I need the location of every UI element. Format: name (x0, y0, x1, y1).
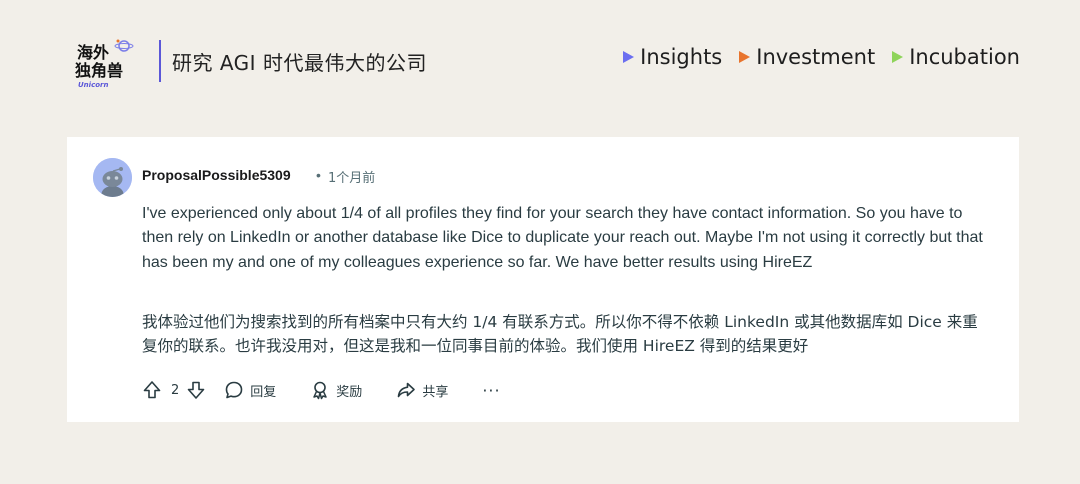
upvote-button[interactable] (142, 380, 162, 400)
comment-card: ProposalPossible5309 • 1个月前 I've experie… (67, 137, 1019, 422)
nav-item-incubation[interactable]: Incubation (892, 45, 1020, 69)
svg-text:海外: 海外 (77, 43, 109, 62)
nav-item-investment[interactable]: Investment (739, 45, 875, 69)
top-nav: Insights Investment Incubation (623, 45, 1020, 69)
comment-actions: 2 回复 奖励 共享 ··· (142, 378, 501, 402)
nav-label: Incubation (909, 45, 1020, 69)
downvote-button[interactable] (186, 380, 206, 400)
comment-author[interactable]: ProposalPossible5309 (142, 167, 291, 183)
comment-timestamp[interactable]: 1个月前 (328, 167, 375, 186)
more-options-icon: ··· (482, 380, 501, 400)
brand-tagline: 研究 AGI 时代最伟大的公司 (172, 51, 427, 75)
nav-label: Investment (756, 45, 876, 69)
svg-text:Unicorn: Unicorn (78, 81, 108, 89)
award-button[interactable]: 奖励 (310, 380, 362, 400)
award-icon (313, 381, 328, 400)
comment-bubble-icon (225, 381, 243, 399)
triangle-right-icon (623, 51, 635, 63)
share-button[interactable]: 共享 (396, 380, 448, 400)
brand-divider (159, 40, 161, 82)
reddit-snoo-avatar-icon[interactable] (93, 158, 132, 197)
comment-body-chinese: 我体验过他们为搜索找到的所有档案中只有大约 1/4 有联系方式。所以你不得不依赖… (142, 313, 978, 355)
svg-text:独角兽: 独角兽 (75, 61, 123, 80)
award-label: 奖励 (336, 384, 363, 400)
triangle-right-icon (892, 51, 904, 63)
reply-button[interactable]: 回复 (224, 380, 276, 400)
nav-label: Insights (640, 45, 723, 69)
downvote-arrow-icon (187, 381, 205, 399)
reply-label: 回复 (250, 384, 277, 400)
meta-separator: • (316, 167, 321, 183)
brand-logo[interactable]: 海外 独角兽 Unicorn (74, 38, 136, 90)
comment-body-english: I've experienced only about 1/4 of all p… (142, 205, 983, 271)
more-options-button[interactable]: ··· (482, 381, 500, 400)
share-label: 共享 (422, 384, 449, 400)
share-arrow-icon (398, 382, 416, 398)
vote-count: 2 (171, 382, 180, 398)
nav-item-insights[interactable]: Insights (623, 45, 722, 69)
upvote-arrow-icon (143, 381, 161, 399)
triangle-right-icon (739, 51, 751, 63)
